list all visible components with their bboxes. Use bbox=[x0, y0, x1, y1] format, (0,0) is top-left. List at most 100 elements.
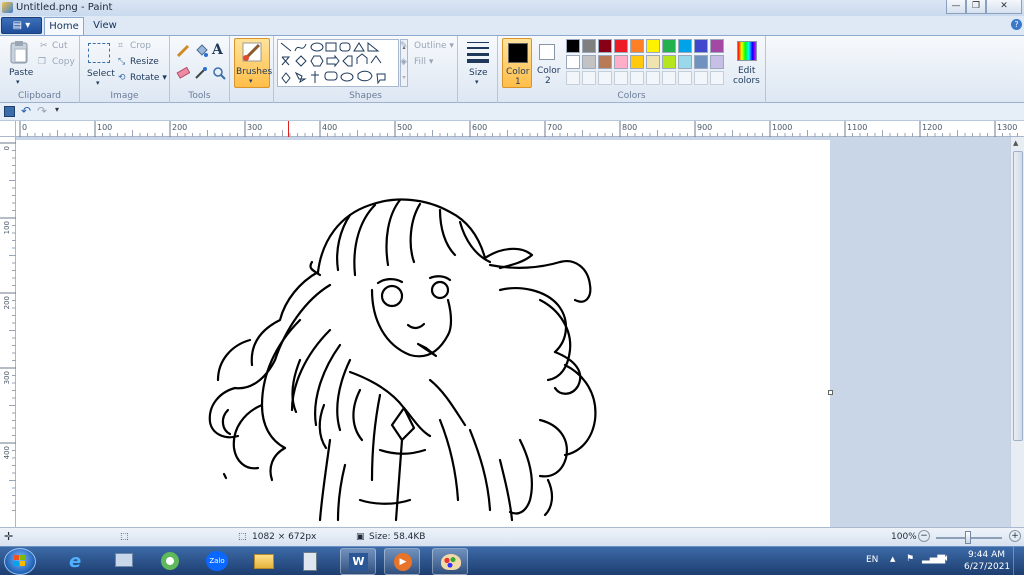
taskbar-zalo[interactable]: Zalo bbox=[200, 548, 236, 575]
fill-bucket-icon[interactable] bbox=[194, 44, 208, 58]
restore-button[interactable]: ❐ bbox=[966, 0, 986, 14]
language-indicator[interactable]: EN bbox=[866, 555, 878, 565]
palette-swatch[interactable] bbox=[646, 39, 660, 53]
palette-swatch[interactable] bbox=[710, 55, 724, 69]
palette-swatch[interactable] bbox=[614, 39, 628, 53]
show-desktop-button[interactable] bbox=[1013, 547, 1024, 575]
palette-swatch[interactable] bbox=[566, 39, 580, 53]
palette-empty-swatch[interactable] bbox=[582, 71, 596, 85]
zoom-out-button[interactable]: − bbox=[918, 530, 930, 542]
taskbar-coccoc-browser[interactable] bbox=[152, 548, 188, 575]
rotate-button[interactable]: ⟲ Rotate ▾ bbox=[118, 73, 168, 86]
canvas-workspace[interactable] bbox=[16, 137, 1010, 527]
help-icon[interactable]: ? bbox=[1011, 19, 1022, 30]
zoom-slider-thumb[interactable] bbox=[965, 531, 971, 544]
volume-icon[interactable]: 🔈︎ bbox=[944, 553, 950, 564]
taskbar-internet-explorer[interactable]: e bbox=[60, 548, 96, 575]
color-2-swatch bbox=[539, 44, 555, 60]
palette-swatch[interactable] bbox=[566, 55, 580, 69]
size-button[interactable]: Size ▾ bbox=[464, 40, 492, 88]
undo-icon[interactable]: ↶ bbox=[21, 104, 31, 118]
palette-swatch[interactable] bbox=[662, 39, 676, 53]
chevron-down-icon: ▾ bbox=[16, 78, 20, 86]
palette-swatch[interactable] bbox=[694, 55, 708, 69]
taskbar-media-player[interactable]: ▶ bbox=[384, 548, 420, 575]
edit-colors-button[interactable]: Edit colors bbox=[730, 38, 764, 88]
copy-button[interactable]: ❐ Copy bbox=[38, 57, 78, 70]
palette-swatch[interactable] bbox=[598, 39, 612, 53]
palette-swatch[interactable] bbox=[630, 55, 644, 69]
eraser-icon[interactable] bbox=[176, 66, 191, 80]
shapes-group-label: Shapes bbox=[349, 91, 382, 101]
palette-swatch[interactable] bbox=[582, 39, 596, 53]
outline-icon: ✎ bbox=[400, 41, 408, 51]
palette-empty-swatch[interactable] bbox=[566, 71, 580, 85]
cut-button[interactable]: ✂ Cut bbox=[40, 41, 78, 54]
palette-swatch[interactable] bbox=[630, 39, 644, 53]
zoom-in-button[interactable]: + bbox=[1009, 530, 1021, 542]
canvas-resize-handle[interactable] bbox=[828, 390, 833, 395]
save-icon[interactable] bbox=[4, 106, 15, 117]
ruler-label: 400 bbox=[322, 123, 337, 132]
start-button[interactable] bbox=[4, 548, 36, 575]
palette-swatch[interactable] bbox=[710, 39, 724, 53]
vertical-scrollbar[interactable]: ▲ bbox=[1010, 137, 1024, 527]
zalo-icon: Zalo bbox=[206, 551, 228, 571]
tab-view[interactable]: View bbox=[88, 17, 122, 35]
shapes-gallery[interactable] bbox=[277, 39, 399, 87]
taskbar-computer[interactable] bbox=[106, 548, 142, 575]
action-center-icon[interactable]: ⚑ bbox=[906, 554, 914, 564]
network-signal-icon[interactable]: ▂▄▆ bbox=[922, 553, 945, 564]
crop-button[interactable]: ⌗ Crop bbox=[118, 41, 168, 54]
palette-empty-swatch[interactable] bbox=[694, 71, 708, 85]
palette-empty-swatch[interactable] bbox=[630, 71, 644, 85]
palette-empty-swatch[interactable] bbox=[678, 71, 692, 85]
palette-empty-swatch[interactable] bbox=[662, 71, 676, 85]
taskbar-paint[interactable] bbox=[432, 548, 468, 575]
palette-swatch[interactable] bbox=[598, 55, 612, 69]
palette-empty-swatch[interactable] bbox=[710, 71, 724, 85]
palette-swatch[interactable] bbox=[662, 55, 676, 69]
palette-swatch[interactable] bbox=[678, 39, 692, 53]
color-1-button[interactable]: Color 1 bbox=[502, 38, 532, 88]
taskbar-calculator[interactable] bbox=[292, 548, 328, 575]
pencil-icon[interactable] bbox=[176, 44, 190, 58]
text-icon[interactable]: A bbox=[212, 42, 223, 58]
paint-app-icon[interactable] bbox=[2, 2, 13, 13]
magnifier-icon[interactable] bbox=[212, 66, 226, 80]
drawing-canvas[interactable] bbox=[16, 140, 830, 527]
palette-swatch[interactable] bbox=[582, 55, 596, 69]
media-player-icon: ▶ bbox=[394, 553, 412, 571]
minimize-button[interactable]: — bbox=[946, 0, 966, 14]
fill-button[interactable]: ◈ Fill ▾ bbox=[400, 57, 456, 70]
palette-swatch[interactable] bbox=[614, 55, 628, 69]
palette-swatch[interactable] bbox=[694, 39, 708, 53]
palette-empty-swatch[interactable] bbox=[646, 71, 660, 85]
brushes-button[interactable]: Brushes ▾ bbox=[234, 38, 272, 88]
customize-toolbar-icon[interactable]: ▾ bbox=[55, 105, 59, 114]
ruler-label: 600 bbox=[472, 123, 487, 132]
color-picker-icon[interactable] bbox=[194, 66, 208, 80]
palette-empty-swatch[interactable] bbox=[614, 71, 628, 85]
select-button[interactable]: Select ▾ bbox=[86, 41, 115, 87]
scroll-thumb[interactable] bbox=[1013, 151, 1023, 441]
clock-date[interactable]: 6/27/2021 bbox=[964, 562, 1010, 572]
redo-icon[interactable]: ↷ bbox=[37, 104, 47, 118]
tab-home[interactable]: Home bbox=[44, 17, 84, 35]
clock-time[interactable]: 9:44 AM bbox=[968, 550, 1005, 560]
palette-swatch[interactable] bbox=[646, 55, 660, 69]
taskbar-word[interactable]: W bbox=[340, 548, 376, 575]
paste-button[interactable]: Paste ▾ bbox=[6, 40, 33, 86]
palette-empty-swatch[interactable] bbox=[598, 71, 612, 85]
resize-button[interactable]: ⤡ Resize bbox=[118, 57, 168, 70]
show-hidden-icons[interactable]: ▲ bbox=[890, 555, 895, 563]
calculator-icon bbox=[303, 552, 317, 571]
close-button[interactable]: ✕ bbox=[986, 0, 1022, 14]
taskbar-file-explorer[interactable] bbox=[246, 548, 282, 575]
color-2-button[interactable]: Color 2 bbox=[534, 38, 562, 88]
image-dimensions-icon: ⬚ bbox=[238, 532, 247, 542]
scroll-up-arrow[interactable]: ▲ bbox=[1013, 139, 1018, 147]
palette-swatch[interactable] bbox=[678, 55, 692, 69]
outline-button[interactable]: ✎ Outline ▾ bbox=[400, 41, 456, 54]
paint-menu-button[interactable]: ▤ ▾ bbox=[1, 17, 42, 34]
